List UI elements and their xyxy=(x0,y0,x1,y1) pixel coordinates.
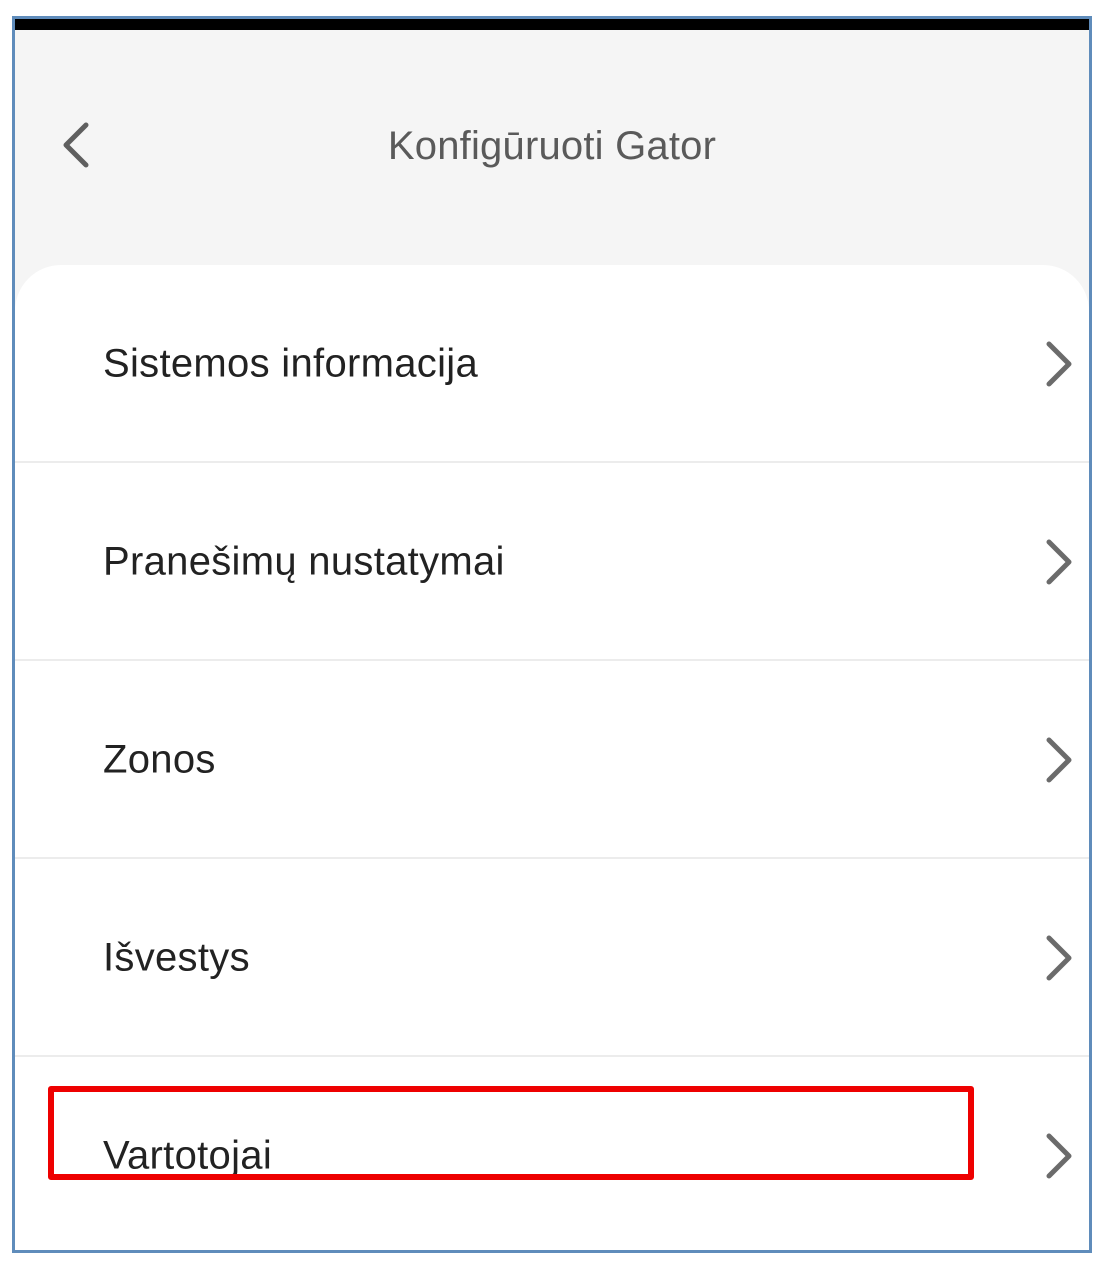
menu-item-outputs[interactable]: Išvestys xyxy=(15,859,1089,1056)
status-bar xyxy=(15,19,1089,30)
menu-item-label: Išvestys xyxy=(103,935,250,979)
menu-item-label: Sistemos informacija xyxy=(103,341,479,385)
menu-item-users[interactable]: Vartotojai xyxy=(15,1057,1089,1250)
page-title: Konfigūruoti Gator xyxy=(387,124,717,168)
chevron-right-icon xyxy=(1046,539,1072,584)
menu-item-label: Zonos xyxy=(103,737,216,781)
chevron-right-icon xyxy=(1046,1133,1072,1178)
chevron-right-icon xyxy=(1046,341,1072,386)
menu-item-label: Vartotojai xyxy=(103,1133,273,1177)
menu-item-system-info[interactable]: Sistemos informacija xyxy=(15,265,1089,462)
chevron-right-icon xyxy=(1046,737,1072,782)
menu-item-label: Pranešimų nustatymai xyxy=(103,539,505,583)
settings-list: Sistemos informacija Pranešimų nustatyma… xyxy=(15,265,1089,1250)
menu-item-zones[interactable]: Zonos xyxy=(15,661,1089,858)
chevron-right-icon xyxy=(1046,935,1072,980)
app-header: Konfigūruoti Gator xyxy=(15,30,1089,265)
menu-item-notification-settings[interactable]: Pranešimų nustatymai xyxy=(15,463,1089,660)
screenshot-frame: Konfigūruoti Gator Sistemos informacija … xyxy=(12,16,1092,1253)
